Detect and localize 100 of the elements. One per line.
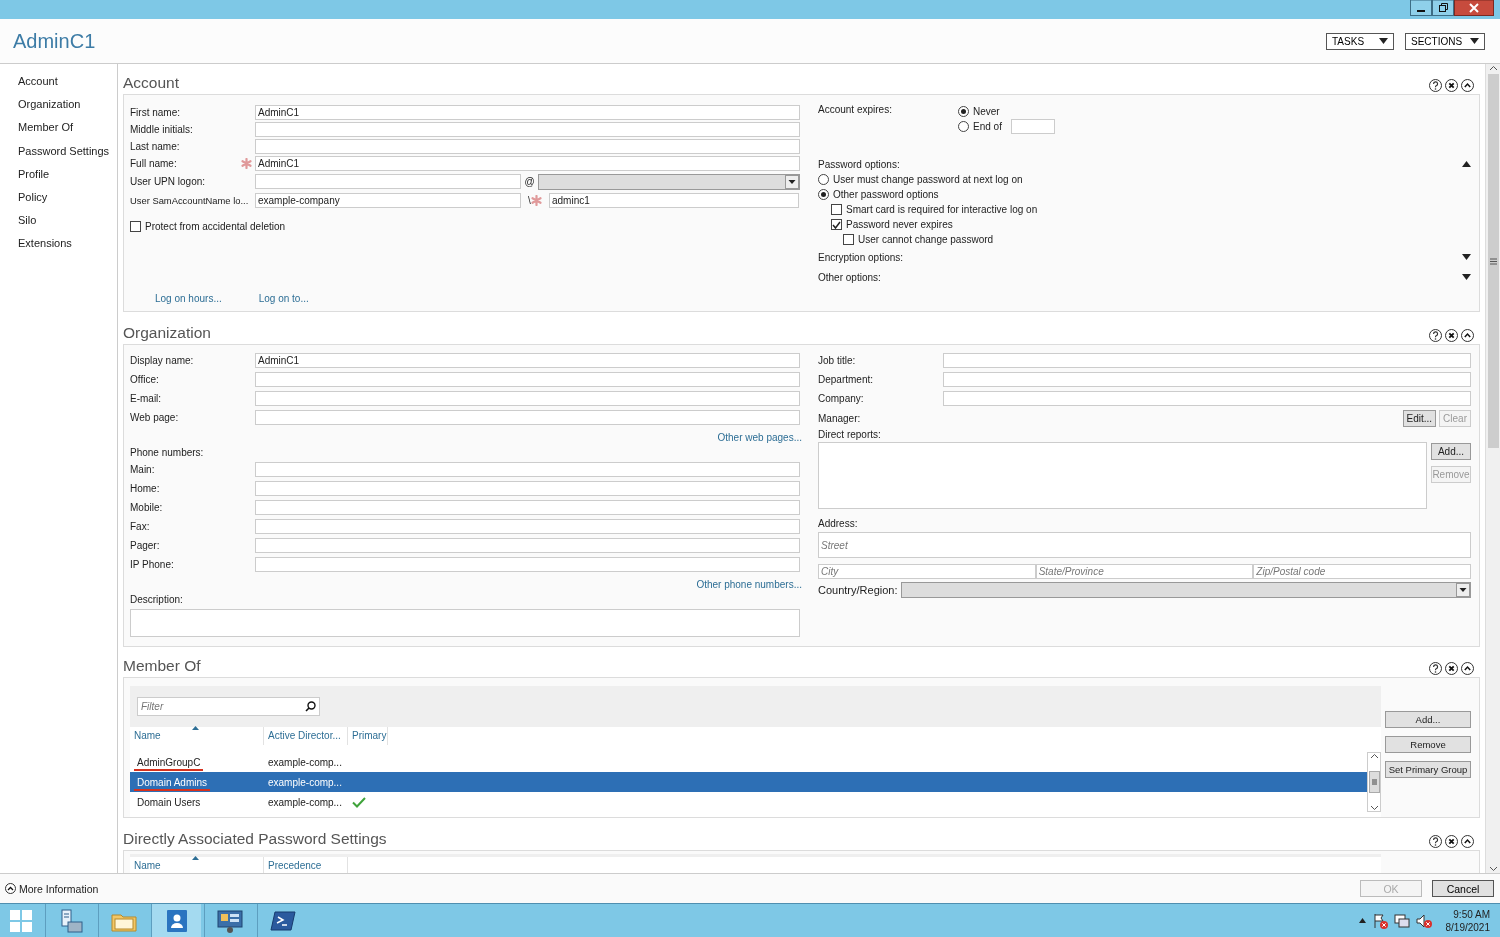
minimize-button[interactable] xyxy=(1410,0,1432,16)
restore-button[interactable] xyxy=(1432,0,1454,16)
filter-field[interactable]: Filter xyxy=(137,697,320,716)
dialog-button[interactable]: Cancel xyxy=(1432,880,1494,897)
list-button[interactable]: Set Primary Group xyxy=(1385,761,1471,778)
checkbox[interactable] xyxy=(831,219,842,230)
more-information-link[interactable]: More Information xyxy=(19,882,99,895)
radio-label: End of xyxy=(973,121,1002,132)
text-field[interactable]: AdminC1 xyxy=(255,156,800,171)
table-row[interactable]: AdminGroupC example-comp... xyxy=(130,752,1367,772)
address-field[interactable]: Zip/Postal code xyxy=(1253,564,1471,579)
expand-icon[interactable] xyxy=(1462,254,1471,260)
nav-item[interactable]: Member Of xyxy=(0,117,117,141)
radio-button[interactable] xyxy=(958,106,969,117)
close-icon[interactable] xyxy=(1445,79,1458,92)
help-icon[interactable] xyxy=(1429,329,1442,342)
list-button[interactable]: Add... xyxy=(1431,443,1471,460)
domain-dropdown[interactable] xyxy=(538,173,800,190)
help-icon[interactable] xyxy=(1429,662,1442,675)
text-field[interactable] xyxy=(255,481,800,496)
dropdown-button[interactable]: SECTIONS xyxy=(1405,32,1485,50)
date-field[interactable] xyxy=(1010,119,1055,134)
clock-date[interactable]: 8/19/2021 xyxy=(1445,920,1490,934)
text-field[interactable] xyxy=(943,353,1471,368)
nav-item[interactable]: Extensions xyxy=(0,233,117,257)
address-field[interactable]: City xyxy=(818,564,1036,579)
scroll-up-icon[interactable] xyxy=(1488,64,1498,72)
list-button[interactable]: Add... xyxy=(1385,711,1471,728)
nav-item[interactable]: Policy xyxy=(0,186,117,211)
text-field[interactable]: AdminC1 xyxy=(255,105,800,120)
manager-button[interactable]: Edit... xyxy=(1402,410,1437,427)
close-icon[interactable] xyxy=(1445,329,1458,342)
text-field[interactable] xyxy=(943,391,1471,406)
scroll-down-icon[interactable] xyxy=(1369,805,1379,811)
checkbox[interactable] xyxy=(130,221,141,232)
nav-item[interactable]: Profile xyxy=(0,163,117,187)
search-icon[interactable] xyxy=(305,701,316,712)
checkbox[interactable] xyxy=(843,234,854,245)
list-button[interactable]: Remove xyxy=(1385,736,1471,753)
speaker-icon[interactable] xyxy=(1415,912,1432,929)
close-button[interactable] xyxy=(1454,0,1494,16)
nav-item[interactable]: Silo xyxy=(0,210,117,234)
scroll-thumb[interactable] xyxy=(1487,74,1499,448)
text-field[interactable] xyxy=(943,372,1471,387)
radio-button[interactable] xyxy=(958,121,969,132)
nav-item[interactable]: Password Settings xyxy=(0,140,117,164)
field-label: Direct reports: xyxy=(818,429,882,442)
link[interactable]: Other phone numbers... xyxy=(696,578,802,590)
expand-icon[interactable] xyxy=(1462,274,1471,280)
table-row[interactable]: Domain Admins example-comp... xyxy=(130,772,1367,792)
caret-up-icon[interactable] xyxy=(1358,918,1366,923)
field-label: Country/Region: xyxy=(818,584,898,596)
collapse-icon[interactable] xyxy=(1461,662,1474,675)
dropdown-button[interactable]: TASKS xyxy=(1326,32,1394,50)
text-field[interactable]: example-company xyxy=(255,193,521,208)
nav-item[interactable]: Account xyxy=(0,71,117,95)
text-field[interactable] xyxy=(255,500,800,515)
flag-icon[interactable] xyxy=(1371,912,1388,929)
field-label: Main: xyxy=(130,464,156,475)
text-field[interactable] xyxy=(255,122,800,137)
text-field[interactable]: AdminC1 xyxy=(255,353,800,368)
link[interactable]: Other web pages... xyxy=(717,431,802,443)
help-icon[interactable] xyxy=(1429,79,1442,92)
collapse-icon[interactable] xyxy=(1461,329,1474,342)
text-field[interactable] xyxy=(255,174,521,189)
collapse-icon[interactable] xyxy=(1462,161,1471,167)
text-field[interactable] xyxy=(255,139,800,154)
text-field[interactable] xyxy=(255,372,800,387)
field-label: IP Phone: xyxy=(130,559,175,570)
close-icon[interactable] xyxy=(1445,662,1458,675)
text-field[interactable] xyxy=(255,519,800,534)
close-icon[interactable] xyxy=(1445,835,1458,848)
scroll-thumb[interactable] xyxy=(1368,771,1380,793)
link[interactable]: Log on to... xyxy=(258,293,309,304)
text-field[interactable]: adminc1 xyxy=(549,193,799,208)
section-title: Member Of xyxy=(123,657,201,675)
radio-button[interactable] xyxy=(818,189,829,200)
link[interactable]: Log on hours... xyxy=(155,293,222,304)
scroll-up-icon[interactable] xyxy=(1369,753,1379,759)
address-field[interactable]: State/Province xyxy=(1035,564,1254,579)
text-field[interactable] xyxy=(255,538,800,553)
expand-up-icon[interactable] xyxy=(5,883,16,894)
collapse-icon[interactable] xyxy=(1461,79,1474,92)
description-field[interactable] xyxy=(130,609,800,637)
text-field[interactable] xyxy=(255,557,800,572)
network-icon[interactable] xyxy=(1393,912,1410,929)
clock-time[interactable]: 9:50 AM xyxy=(1453,907,1490,921)
table-row[interactable]: Domain Users example-comp... xyxy=(130,792,1367,812)
street-field[interactable]: Street xyxy=(818,532,1471,558)
checkbox[interactable] xyxy=(831,204,842,215)
radio-button[interactable] xyxy=(818,174,829,185)
text-field[interactable] xyxy=(255,391,800,406)
help-icon[interactable] xyxy=(1429,835,1442,848)
collapse-icon[interactable] xyxy=(1461,835,1474,848)
nav-item[interactable]: Organization xyxy=(0,94,117,118)
required-asterisk-icon xyxy=(530,195,542,206)
text-field[interactable] xyxy=(255,462,800,477)
scroll-down-icon[interactable] xyxy=(1488,865,1498,873)
text-field[interactable] xyxy=(255,410,800,425)
taskbar-button[interactable] xyxy=(151,904,201,937)
